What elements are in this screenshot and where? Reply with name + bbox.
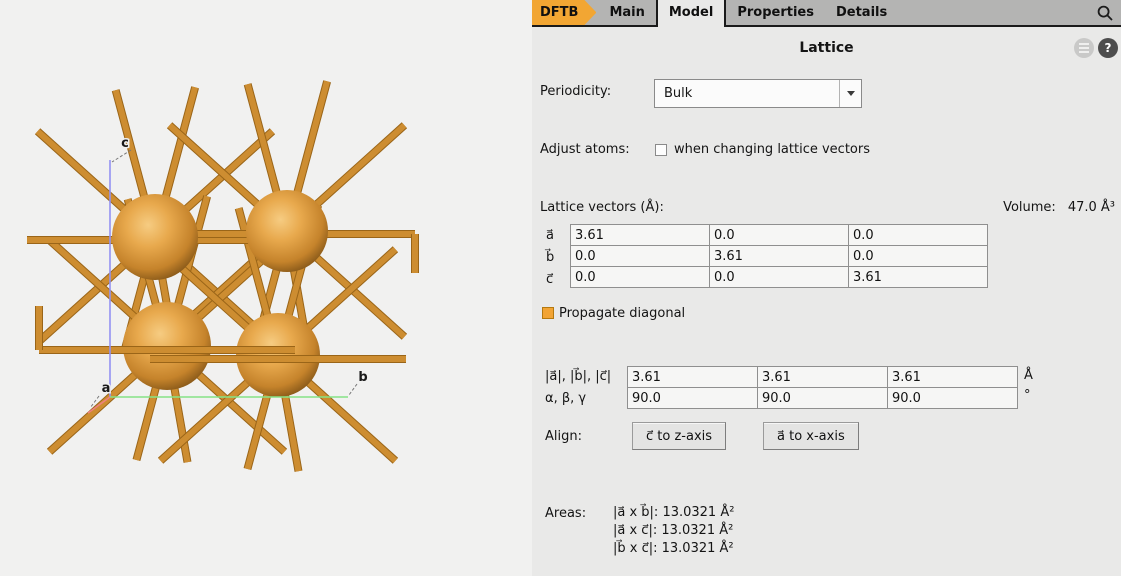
table-row [570,245,988,267]
magnitude-a-field[interactable] [627,366,758,388]
area-bc-value: |b⃗ x c⃗|: 13.0321 Å² [613,541,734,556]
vector-c-label: c⃗ [546,272,566,287]
crystal-structure-render: c a b [0,0,532,576]
lattice-vectors-label: Lattice vectors (Å): [540,200,664,215]
adjust-atoms-text: when changing lattice vectors [674,142,870,157]
tab-model[interactable]: Model [656,0,726,27]
periodicity-value: Bulk [655,86,839,101]
search-button[interactable] [1089,0,1121,25]
align-a-to-x-button[interactable]: a⃗ to x-axis [763,422,859,450]
vector-b-label: b⃗ [546,250,566,265]
structure-viewport[interactable]: c a b [0,0,532,576]
vector-a-x-field[interactable] [570,224,710,246]
propagate-diagonal-checkbox[interactable] [542,307,554,319]
vector-b-x-field[interactable] [570,245,710,267]
tab-bar: DFTB Main Model Properties Details [532,0,1121,27]
vector-c-x-field[interactable] [570,266,710,288]
angle-alpha-field[interactable] [627,387,758,409]
vector-c-y-field[interactable] [709,266,849,288]
page-title: Lattice [532,40,1121,56]
angles-row [627,387,1018,409]
menu-icon[interactable] [1074,38,1094,58]
area-ab-value: |a⃗ x b⃗|: 13.0321 Å² [613,505,734,520]
vector-a-label: a⃗ [546,228,566,243]
align-label: Align: [545,429,582,444]
search-icon [1096,4,1114,22]
svg-text:b: b [358,370,367,385]
magnitudes-label: |a⃗|, |b⃗|, |c⃗| [545,369,611,384]
vector-b-z-field[interactable] [848,245,988,267]
magnitude-c-field[interactable] [887,366,1018,388]
vector-b-y-field[interactable] [709,245,849,267]
tab-properties[interactable]: Properties [726,0,825,25]
angle-beta-field[interactable] [757,387,888,409]
magnitudes-unit: Å [1024,368,1033,383]
help-icon[interactable]: ? [1098,38,1118,58]
angles-label: α, β, γ [545,391,586,406]
svg-text:a: a [102,381,111,396]
table-row [570,266,988,288]
tab-details[interactable]: Details [825,0,898,25]
adjust-atoms-label: Adjust atoms: [540,142,630,157]
svg-text:c: c [121,136,129,151]
chevron-down-icon[interactable] [839,80,861,107]
areas-label: Areas: [545,506,586,521]
adjust-atoms-checkbox[interactable] [655,144,667,156]
volume-readout: Volume: 47.0 Å³ [1003,200,1115,215]
tab-main[interactable]: Main [598,0,655,25]
app-window: c a b DFTB Main Model Properties Details L… [0,0,1121,576]
align-c-to-z-button[interactable]: c⃗ to z-axis [632,422,726,450]
angles-unit: ° [1024,388,1031,403]
magnitude-b-field[interactable] [757,366,888,388]
magnitudes-row [627,366,1018,388]
volume-value: 47.0 Å³ [1068,200,1115,215]
vector-a-y-field[interactable] [709,224,849,246]
volume-label: Volume: [1003,200,1056,215]
periodicity-select[interactable]: Bulk [654,79,862,108]
area-ac-value: |a⃗ x c⃗|: 13.0321 Å² [613,523,733,538]
periodicity-label: Periodicity: [540,84,611,99]
angle-gamma-field[interactable] [887,387,1018,409]
lattice-vector-table [570,224,988,288]
settings-panel: DFTB Main Model Properties Details Latti… [532,0,1121,576]
tab-dftb[interactable]: DFTB [532,0,596,25]
vector-c-z-field[interactable] [848,266,988,288]
vector-a-z-field[interactable] [848,224,988,246]
propagate-diagonal-label: Propagate diagonal [559,306,685,321]
table-row [570,224,988,246]
